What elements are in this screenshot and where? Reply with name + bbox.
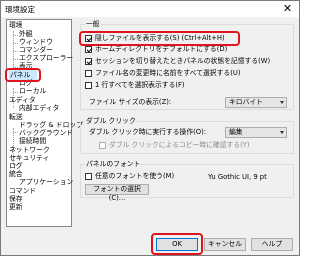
checkbox-icon[interactable] <box>85 173 92 180</box>
chevron-down-icon <box>280 101 284 104</box>
close-icon[interactable]: ✕ <box>281 2 294 15</box>
default-home-dir-label: ホームディレクトリをデフォルトにする(D) <box>95 45 228 53</box>
highlight-show-hidden <box>79 31 240 46</box>
font-preview: Yu Gothic UI, 9 pt <box>208 173 267 181</box>
doubleclick-confirm-checkbox: ダブル クリックによるコピー時に確認する(Y) <box>99 141 250 151</box>
tree-line <box>13 31 14 67</box>
doubleclick-action-value: 編集 <box>229 128 243 136</box>
settings-tree[interactable]: 環境 外観 ウィンドウ コマンダー エクスプローラー 表示 パネル ログ ローカ… <box>6 19 83 227</box>
select-font-button[interactable]: フォントの選択(C)... <box>85 184 149 202</box>
help-button[interactable]: ヘルプ <box>251 238 293 251</box>
chevron-down-icon <box>280 131 284 134</box>
tree-line <box>13 35 18 36</box>
tree-line <box>13 132 18 133</box>
checkbox-icon[interactable] <box>85 70 92 77</box>
default-home-dir-checkbox[interactable]: ホームディレクトリをデフォルトにする(D) <box>85 45 235 55</box>
custom-font-checkbox[interactable]: 任意のフォントを使う(M) <box>85 172 175 182</box>
doubleclick-action-label: ダブル クリック時に実行する操作(O): <box>89 128 207 136</box>
settings-dialog: 環境設定 ✕ 環境 外観 ウィンドウ コマンダー エクスプローラー 表示 パネル… <box>0 0 300 256</box>
cancel-button[interactable]: キャンセル <box>204 238 246 251</box>
title-bar: 環境設定 ✕ <box>1 1 299 17</box>
doubleclick-group-label: ダブル クリック <box>85 117 137 125</box>
select-full-name-label: ファイル名の変更時に名前をすべて選択する(U) <box>95 69 241 77</box>
doubleclick-action-dropdown[interactable]: 編集 <box>225 127 287 138</box>
filesize-dropdown[interactable]: キロバイト <box>225 97 287 108</box>
custom-font-label: 任意のフォントを使う(M) <box>95 172 175 180</box>
tree-line <box>13 43 18 44</box>
tree-item-updates[interactable]: 更新 <box>9 203 23 212</box>
tree-item-internal-editor[interactable]: 内部エディタ <box>19 104 59 113</box>
tree-item-connection-time[interactable]: 接続時間 <box>19 137 46 146</box>
checkbox-icon[interactable] <box>85 46 92 53</box>
doubleclick-confirm-label: ダブル クリックによるコピー時に確認する(Y) <box>109 141 250 149</box>
filesize-value: キロバイト <box>229 98 263 106</box>
tree-item-local[interactable]: ローカル <box>19 87 46 96</box>
checkbox-icon[interactable] <box>85 58 92 65</box>
tree-line <box>13 92 18 93</box>
general-group-label: 一般 <box>85 20 101 28</box>
tree-item-environment[interactable]: 環境 <box>9 21 23 30</box>
select-font-button-label: フォントの選択(C)... <box>93 185 141 202</box>
remember-panel-state-checkbox[interactable]: セッションを切り替えたときパネルの状態を記憶する(W) <box>85 57 285 67</box>
tree-item-applications[interactable]: アプリケーション <box>19 178 73 187</box>
filesize-label: ファイル サイズの表示(Z): <box>89 98 172 106</box>
highlight-ok-button <box>151 233 203 255</box>
font-group-label: パネルのフォント <box>85 160 142 168</box>
tree-line <box>13 59 18 60</box>
select-full-name-checkbox[interactable]: ファイル名の変更時に名前をすべて選択する(U) <box>85 69 285 79</box>
help-button-label: ヘルプ <box>261 240 283 248</box>
checkbox-icon[interactable] <box>85 82 92 89</box>
full-row-select-checkbox[interactable]: 1 行すべてを選択表示する(F) <box>85 81 285 91</box>
remember-panel-state-label: セッションを切り替えたときパネルの状態を記憶する(W) <box>95 57 271 65</box>
window-title: 環境設定 <box>5 5 35 14</box>
full-row-select-label: 1 行すべてを選択表示する(F) <box>95 81 185 89</box>
cancel-button-label: キャンセル <box>208 240 242 248</box>
checkbox-icon <box>99 142 106 149</box>
highlight-panel-item <box>5 68 41 82</box>
tree-line <box>13 51 18 52</box>
